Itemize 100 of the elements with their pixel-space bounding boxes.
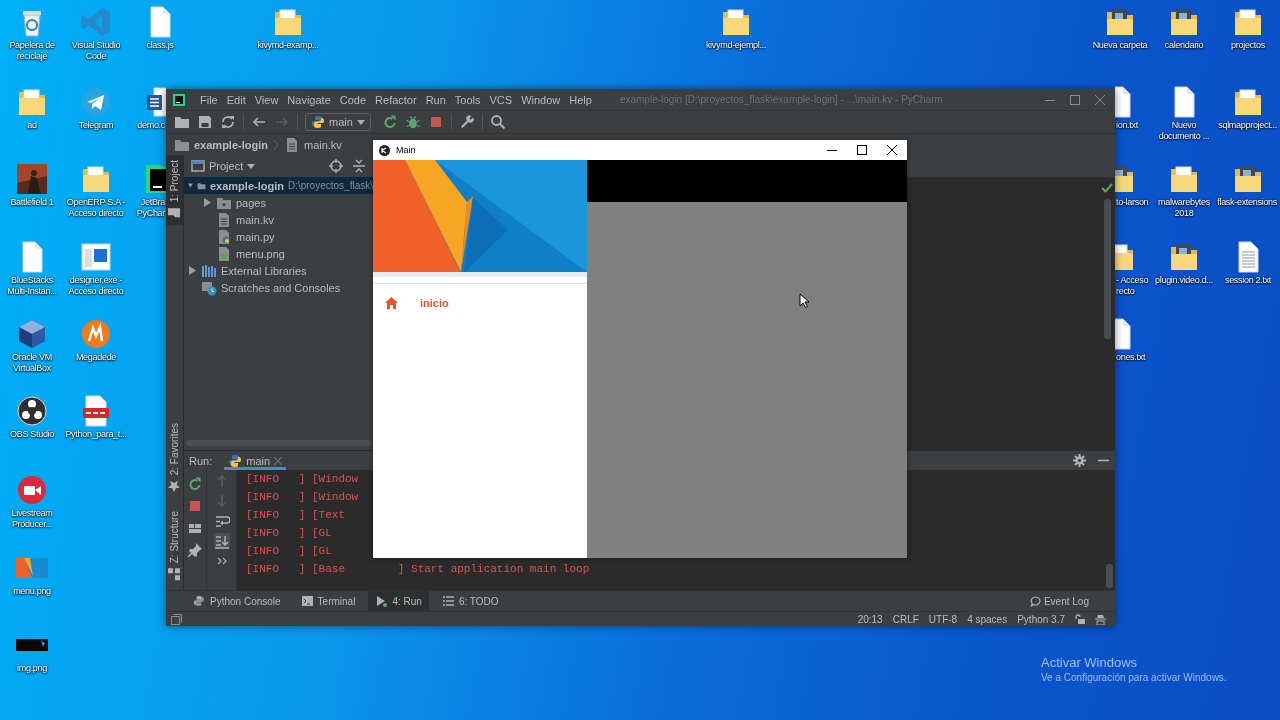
locate-icon[interactable]: [329, 159, 343, 173]
folder-icon[interactable]: [1104, 6, 1136, 38]
tool-window-tab[interactable]: Terminal: [293, 591, 363, 611]
folder-icon[interactable]: [1168, 163, 1200, 195]
pdf-file-icon[interactable]: [80, 395, 112, 427]
expand-arrow-icon[interactable]: [188, 266, 197, 275]
menu-item[interactable]: Tools: [454, 93, 481, 106]
folder-icon[interactable]: [1232, 6, 1264, 38]
maximize-icon[interactable]: [857, 145, 867, 155]
desktop-icon-label[interactable]: to-larson: [1116, 197, 1149, 208]
tree-row[interactable]: External Libraries: [184, 262, 373, 279]
settings-icon[interactable]: [1073, 454, 1086, 467]
desktop-icon-label[interactable]: malwarebytes 2018: [1152, 197, 1216, 219]
folder-icon[interactable]: [1168, 241, 1200, 273]
save-icon[interactable]: [197, 114, 213, 130]
folder-icon[interactable]: [720, 6, 752, 38]
status-item[interactable]: 20:13: [857, 613, 883, 625]
rerun-icon[interactable]: [187, 476, 203, 492]
desktop-icon-label[interactable]: plugin.video.d...: [1155, 275, 1213, 286]
folder-icon[interactable]: [1115, 241, 1136, 273]
desktop-icon-label[interactable]: - Acceso recto: [1116, 275, 1149, 297]
tree-label[interactable]: main.py: [236, 230, 275, 243]
video-camera-icon[interactable]: [16, 474, 48, 506]
folder-icon[interactable]: [1232, 163, 1264, 195]
side-tool-tab[interactable]: Z: Structure: [166, 505, 183, 586]
scrollbar[interactable]: [1103, 199, 1111, 339]
tree-label[interactable]: Scratches and Consoles: [221, 281, 341, 294]
folder-icon[interactable]: [1232, 86, 1264, 118]
tree-label[interactable]: main.kv: [236, 213, 274, 226]
desktop-icon-label[interactable]: kivymd-ejempl...: [705, 40, 767, 51]
scrollbar[interactable]: [1106, 564, 1113, 588]
sync-icon[interactable]: [220, 114, 236, 130]
menu-item[interactable]: Code: [339, 93, 367, 106]
designer-window-icon[interactable]: [80, 241, 112, 273]
paper-plane-icon[interactable]: [80, 86, 112, 118]
menu-item[interactable]: Refactor: [375, 93, 417, 106]
tree-row[interactable]: Scratches and Consoles: [184, 279, 373, 296]
tree-label[interactable]: External Libraries: [221, 264, 307, 277]
search-icon[interactable]: [489, 114, 506, 130]
megadede-icon[interactable]: [80, 318, 112, 350]
tree-row[interactable]: pages: [184, 194, 373, 211]
desktop-icon-label[interactable]: Nueva carpeta: [1092, 40, 1148, 51]
menu-item[interactable]: Edit: [226, 93, 246, 106]
scroll-to-end-icon[interactable]: [213, 533, 230, 549]
desktop-icon-label[interactable]: ion.txt: [1116, 120, 1138, 131]
desktop-icon-label[interactable]: session 2.txt: [1224, 275, 1272, 286]
status-item[interactable]: CRLF: [892, 613, 919, 625]
game-cover-icon[interactable]: [16, 163, 48, 195]
desktop-icon-label[interactable]: sqlmapproject...: [1218, 120, 1277, 131]
menu-item[interactable]: View: [254, 93, 279, 106]
expand-arrow-icon[interactable]: [188, 181, 194, 190]
tool-window-tab[interactable]: 4: Run: [368, 591, 429, 611]
tree-row[interactable]: menu.png: [184, 245, 373, 262]
pycharm-icon[interactable]: [144, 163, 166, 195]
menu-item[interactable]: File: [200, 93, 218, 106]
run-config-dropdown[interactable]: main: [305, 113, 371, 131]
folder-icon[interactable]: [1168, 6, 1200, 38]
menu-item[interactable]: VCS: [489, 93, 513, 106]
tree-label[interactable]: pages: [236, 196, 266, 209]
tool-window-tab[interactable]: 6: TODO: [434, 591, 506, 611]
cube-icon[interactable]: [16, 318, 48, 350]
desktop-icon-label[interactable]: calendario: [1164, 40, 1204, 51]
obs-icon[interactable]: [16, 395, 48, 427]
soft-wrap-icon[interactable]: [213, 513, 230, 529]
menu-item[interactable]: Run: [425, 93, 446, 106]
pin-icon[interactable]: [187, 542, 203, 558]
tool-windows-icon[interactable]: [171, 613, 182, 625]
side-tool-tab[interactable]: 2: Favorites: [166, 417, 183, 498]
breadcrumb-item[interactable]: example-login: [194, 138, 268, 151]
tree-row[interactable]: example-login D:\proyectos_flask\: [184, 177, 373, 194]
tree-label[interactable]: example-login: [210, 179, 284, 192]
stop-icon[interactable]: [187, 498, 203, 514]
tree-row[interactable]: main.py: [184, 228, 373, 245]
inspector-icon[interactable]: [1095, 613, 1106, 625]
menu-item[interactable]: Window: [521, 93, 561, 106]
status-item[interactable]: UTF-8: [928, 613, 958, 625]
tool-window-tab[interactable]: Python Console: [186, 591, 288, 611]
event-log-button[interactable]: Event Log: [1023, 594, 1095, 608]
scrollbar[interactable]: [186, 440, 372, 446]
caret-icon[interactable]: [247, 163, 256, 169]
breadcrumb-item[interactable]: main.kv: [303, 138, 342, 151]
wrench-icon[interactable]: [458, 114, 475, 130]
drawer-item[interactable]: inicio: [373, 293, 455, 313]
panel-title[interactable]: Project: [209, 160, 244, 172]
tree-row[interactable]: main.kv: [184, 211, 373, 228]
desktop-icon-label[interactable]: projectos: [1231, 40, 1265, 51]
side-tool-tab[interactable]: 1: Project: [166, 155, 183, 226]
menu-item[interactable]: Navigate: [287, 93, 331, 106]
folder-icon[interactable]: [1115, 163, 1136, 195]
menu-item[interactable]: Help: [569, 93, 592, 106]
close-icon[interactable]: [887, 145, 897, 155]
status-item[interactable]: Python 3.7: [1017, 613, 1065, 625]
desktop-icon-label[interactable]: flask-extensions: [1217, 197, 1277, 208]
status-item[interactable]: 4 spaces: [967, 613, 1008, 625]
desktop-icon-label[interactable]: ones.txt: [1116, 352, 1146, 363]
collapse-all-icon[interactable]: [353, 159, 365, 173]
expand-arrow-icon[interactable]: [203, 198, 212, 207]
desktop-icon-label[interactable]: Nuevo documento ...: [1152, 120, 1216, 142]
tree-label[interactable]: menu.png: [236, 247, 285, 260]
unlock-icon[interactable]: [1075, 614, 1085, 624]
